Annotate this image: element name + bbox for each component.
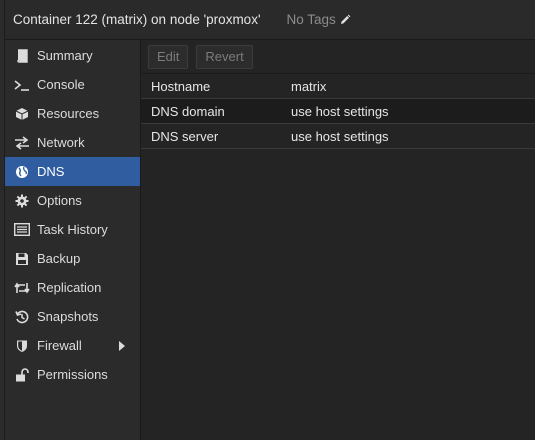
table-row[interactable]: DNS server use host settings [141, 124, 535, 149]
sidebar-item-task-history[interactable]: Task History [5, 215, 140, 244]
sidebar: Summary Console Resources Network DNS Op… [5, 40, 141, 440]
sidebar-item-label: Snapshots [37, 309, 99, 324]
shield-icon [14, 338, 30, 354]
sidebar-item-label: Replication [37, 280, 102, 295]
sidebar-item-summary[interactable]: Summary [5, 41, 140, 70]
sidebar-item-label: Options [37, 193, 82, 208]
sidebar-item-dns[interactable]: DNS [5, 157, 140, 186]
dns-grid: Hostname matrix DNS domain use host sett… [141, 74, 535, 149]
sidebar-item-label: Network [37, 135, 85, 150]
sidebar-item-permissions[interactable]: Permissions [5, 360, 140, 389]
row-key: Hostname [151, 78, 211, 94]
gear-icon [14, 193, 30, 209]
sidebar-item-network[interactable]: Network [5, 128, 140, 157]
expand-arrow-icon[interactable] [119, 341, 125, 351]
sidebar-item-label: Console [37, 77, 85, 92]
tags-editor[interactable]: No Tags [287, 12, 351, 27]
list-icon [14, 222, 30, 238]
revert-button[interactable]: Revert [196, 44, 253, 69]
sidebar-item-label: Resources [37, 106, 100, 121]
main-panel: Edit Revert Hostname matrix DNS domain u… [141, 40, 535, 440]
terminal-icon [14, 77, 30, 93]
row-value: use host settings [291, 103, 389, 119]
row-key: DNS server [151, 128, 219, 144]
sidebar-item-label: Firewall [37, 338, 82, 353]
sidebar-item-options[interactable]: Options [5, 186, 140, 215]
cube-icon [14, 106, 30, 122]
sidebar-item-firewall[interactable]: Firewall [5, 331, 140, 360]
sidebar-item-label: Task History [37, 222, 108, 237]
exchange-icon [14, 135, 30, 151]
history-icon [14, 309, 30, 325]
row-value: use host settings [291, 128, 389, 144]
globe-icon [14, 164, 30, 180]
row-key: DNS domain [151, 103, 225, 119]
unlock-icon [14, 367, 30, 383]
page-title: Container 122 (matrix) on node 'proxmox' [13, 12, 261, 27]
pencil-icon[interactable] [339, 14, 351, 26]
edit-button[interactable]: Edit [148, 44, 189, 69]
sidebar-item-label: Summary [37, 48, 93, 63]
sidebar-item-label: Permissions [37, 367, 108, 382]
sidebar-item-resources[interactable]: Resources [5, 99, 140, 128]
sidebar-item-label: DNS [37, 164, 65, 179]
sidebar-item-backup[interactable]: Backup [5, 244, 140, 273]
sidebar-item-label: Backup [37, 251, 81, 266]
floppy-icon [14, 251, 30, 267]
sidebar-item-replication[interactable]: Replication [5, 273, 140, 302]
table-row[interactable]: Hostname matrix [141, 74, 535, 99]
table-row[interactable]: DNS domain use host settings [141, 99, 535, 124]
title-bar: Container 122 (matrix) on node 'proxmox'… [5, 0, 535, 40]
book-icon [14, 48, 30, 64]
sidebar-item-snapshots[interactable]: Snapshots [5, 302, 140, 331]
retweet-icon [14, 280, 30, 296]
sidebar-item-console[interactable]: Console [5, 70, 140, 99]
toolbar: Edit Revert [141, 40, 535, 74]
tags-label: No Tags [286, 12, 336, 27]
row-value: matrix [291, 78, 327, 94]
